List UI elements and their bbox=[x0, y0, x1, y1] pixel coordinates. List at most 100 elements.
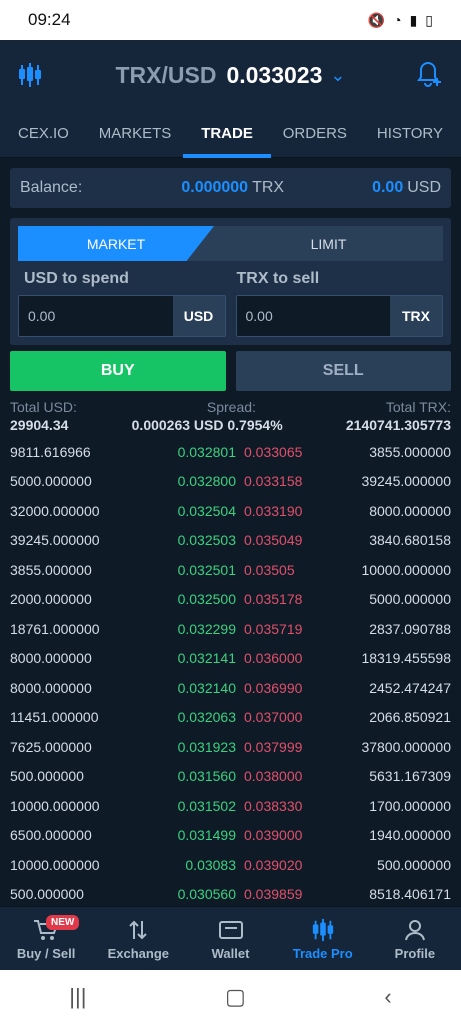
pair-price[interactable]: 0.033023 bbox=[226, 62, 322, 89]
main-tabs: CEX.IO MARKETS TRADE ORDERS HISTORY bbox=[0, 110, 461, 158]
ask-price: 0.039859 bbox=[244, 886, 303, 903]
market-tab[interactable]: MARKET bbox=[18, 226, 214, 261]
candles-icon[interactable] bbox=[18, 62, 42, 93]
orderbook-labels: Total USD: Spread: Total TRX: bbox=[0, 399, 461, 415]
orderbook-row[interactable]: 8000.000000 0.032141 0.036000 18319.455598 bbox=[0, 644, 461, 674]
balance-usd-amount: 0.00 bbox=[372, 179, 404, 196]
ask-price: 0.036000 bbox=[244, 650, 303, 667]
tab-trade[interactable]: TRADE bbox=[183, 110, 271, 158]
orderbook-row[interactable]: 6500.000000 0.031499 0.039000 1940.000000 bbox=[0, 821, 461, 851]
status-bar: 09:24 🔇 ◔ ▮ ▯ bbox=[0, 0, 461, 40]
recents-icon[interactable]: ||| bbox=[69, 984, 86, 1010]
ask-amount: 500.000000 bbox=[377, 856, 451, 873]
bid-price: 0.032501 bbox=[177, 561, 236, 578]
orderbook-row[interactable]: 8000.000000 0.032140 0.036990 2452.474247 bbox=[0, 673, 461, 703]
ask-price: 0.036990 bbox=[244, 679, 303, 696]
nav-wallet[interactable]: Wallet bbox=[184, 907, 276, 971]
orderbook-row[interactable]: 18761.000000 0.032299 0.035719 2837.090788 bbox=[0, 614, 461, 644]
bid-amount: 7625.000000 bbox=[10, 738, 92, 755]
bid-amount: 8000.000000 bbox=[10, 650, 92, 667]
orderbook-rows: 9811.616966 0.032801 0.033065 3855.000000 50… bbox=[0, 437, 461, 909]
status-time: 09:24 bbox=[28, 10, 71, 29]
nav-profile[interactable]: Profile bbox=[369, 907, 461, 971]
bid-amount: 2000.000000 bbox=[10, 591, 92, 608]
orderbook-row[interactable]: 500.000000 0.031560 0.038000 5631.167309 bbox=[0, 762, 461, 792]
orderbook-row[interactable]: 500.000000 0.030560 0.039859 8518.406171 bbox=[0, 880, 461, 910]
home-icon[interactable]: ▢ bbox=[225, 984, 246, 1010]
ask-price: 0.035049 bbox=[244, 532, 303, 549]
orderbook-row[interactable]: 7625.000000 0.031923 0.037999 37800.000000 bbox=[0, 732, 461, 762]
balance-bar: Balance: 0.000000 TRX 0.00 USD bbox=[10, 168, 451, 208]
order-form: MARKET LIMIT USD to spend TRX to sell 0.… bbox=[10, 218, 451, 345]
add-alert-icon[interactable] bbox=[417, 60, 443, 93]
balance-trx-amount: 0.000000 bbox=[181, 179, 249, 196]
sell-button[interactable]: SELL bbox=[235, 351, 451, 391]
bid-price: 0.032141 bbox=[177, 650, 236, 667]
bid-price: 0.032504 bbox=[177, 502, 236, 519]
nav-label: Wallet bbox=[211, 945, 250, 961]
spread-label: Spread: bbox=[206, 399, 256, 415]
wifi-icon: ◔ bbox=[393, 12, 402, 28]
orderbook-row[interactable]: 5000.000000 0.032800 0.033158 39245.000000 bbox=[0, 467, 461, 497]
trx-unit: TRX bbox=[390, 296, 442, 336]
bid-amount: 5000.000000 bbox=[10, 473, 92, 490]
tab-markets[interactable]: MARKETS bbox=[99, 110, 172, 158]
ask-amount: 10000.000000 bbox=[361, 561, 451, 578]
orderbook-row[interactable]: 3855.000000 0.032501 0.03505 10000.000000 bbox=[0, 555, 461, 585]
chevron-down-icon[interactable]: ⌄ bbox=[330, 65, 345, 86]
orderbook-row[interactable]: 10000.000000 0.03083 0.039020 500.000000 bbox=[0, 850, 461, 880]
orderbook-row[interactable]: 2000.000000 0.032500 0.035178 5000.000000 bbox=[0, 585, 461, 615]
back-icon[interactable]: ‹ bbox=[384, 984, 391, 1010]
ask-price: 0.033158 bbox=[244, 473, 303, 490]
bottom-nav: NEW Buy / Sell Exchange Wallet Trade Pro… bbox=[0, 906, 461, 971]
orderbook-row[interactable]: 10000.000000 0.031502 0.038330 1700.000000 bbox=[0, 791, 461, 821]
bid-price: 0.032299 bbox=[177, 620, 236, 637]
ask-amount: 37800.000000 bbox=[361, 738, 451, 755]
trx-sell-input[interactable]: 0.00 TRX bbox=[235, 295, 443, 337]
ask-price: 0.033065 bbox=[244, 443, 303, 460]
bid-price: 0.03083 bbox=[185, 856, 236, 873]
ask-amount: 2837.090788 bbox=[369, 620, 451, 637]
ask-amount: 8000.000000 bbox=[369, 502, 451, 519]
system-nav: ||| ▢ ‹ bbox=[0, 970, 461, 1024]
total-trx: 2140741.305773 bbox=[345, 417, 451, 433]
bid-amount: 500.000000 bbox=[10, 886, 84, 903]
orderbook-row[interactable]: 11451.000000 0.032063 0.037000 2066.850921 bbox=[0, 703, 461, 733]
orderbook-row[interactable]: 39245.000000 0.032503 0.035049 3840.680158 bbox=[0, 526, 461, 556]
nav-buy-sell[interactable]: NEW Buy / Sell bbox=[0, 907, 92, 971]
ask-price: 0.038330 bbox=[244, 797, 303, 814]
mute-icon: 🔇 bbox=[367, 11, 386, 28]
tab-orders[interactable]: ORDERS bbox=[283, 110, 347, 158]
orderbook-row[interactable]: 32000.000000 0.032504 0.033190 8000.000000 bbox=[0, 496, 461, 526]
trx-sell-value[interactable]: 0.00 bbox=[237, 296, 391, 336]
bid-amount: 8000.000000 bbox=[10, 679, 92, 696]
bid-amount: 11451.000000 bbox=[10, 709, 99, 726]
balance-usd-currency: USD bbox=[407, 179, 441, 196]
usd-spend-input[interactable]: 0.00 USD bbox=[18, 295, 226, 337]
usd-spend-value[interactable]: 0.00 bbox=[19, 296, 173, 336]
total-usd-label: Total USD: bbox=[10, 399, 77, 415]
ask-amount: 3840.680158 bbox=[369, 532, 451, 549]
pair-label[interactable]: TRX/USD bbox=[116, 62, 217, 89]
total-trx-label: Total TRX: bbox=[385, 399, 451, 415]
limit-tab[interactable]: LIMIT bbox=[214, 226, 443, 261]
nav-exchange[interactable]: Exchange bbox=[92, 907, 184, 971]
tab-history[interactable]: HISTORY bbox=[377, 110, 443, 158]
bid-amount: 10000.000000 bbox=[10, 797, 100, 814]
bid-amount: 9811.616966 bbox=[10, 443, 91, 460]
ask-amount: 1940.000000 bbox=[369, 827, 451, 844]
bid-amount: 32000.000000 bbox=[10, 502, 100, 519]
ask-price: 0.03505 bbox=[244, 561, 295, 578]
bid-amount: 6500.000000 bbox=[10, 827, 92, 844]
buy-button[interactable]: BUY bbox=[10, 351, 226, 391]
usd-unit: USD bbox=[172, 296, 225, 336]
tab-cexio[interactable]: CEX.IO bbox=[18, 110, 69, 158]
nav-label: Buy / Sell bbox=[16, 945, 76, 961]
nav-trade-pro[interactable]: Trade Pro bbox=[277, 907, 369, 971]
bid-price: 0.031499 bbox=[177, 827, 236, 844]
ask-price: 0.037000 bbox=[244, 709, 303, 726]
orderbook-row[interactable]: 9811.616966 0.032801 0.033065 3855.000000 bbox=[0, 437, 461, 467]
bid-price: 0.031923 bbox=[177, 738, 236, 755]
bid-price: 0.030560 bbox=[177, 886, 236, 903]
ask-price: 0.039020 bbox=[244, 856, 303, 873]
